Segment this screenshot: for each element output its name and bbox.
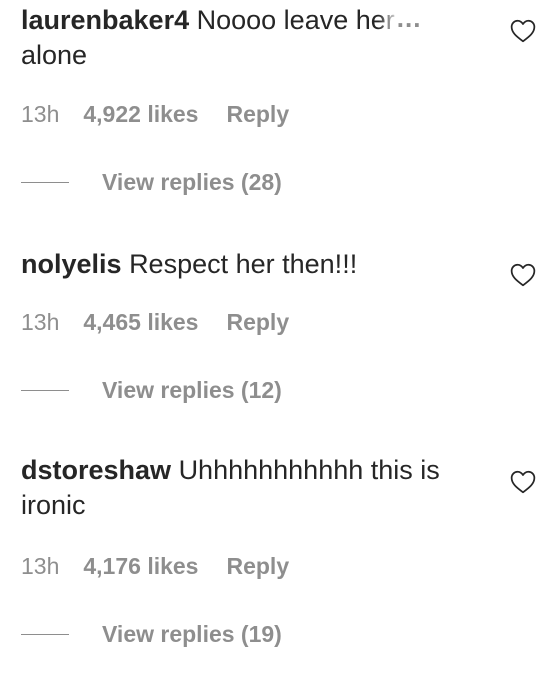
comment-meta: 13h 4,922 likes Reply [21, 100, 289, 128]
view-replies-button[interactable]: View replies (12) [102, 376, 282, 404]
comment-body: laurenbaker4 Noooo leave her... alone [21, 3, 491, 73]
comment-text: Respect her then!!! [129, 249, 358, 279]
comment-body: dstoreshaw Uhhhhhhhhhhh this is ironic [21, 453, 476, 523]
comment-username[interactable]: laurenbaker4 [21, 5, 189, 35]
comment-meta: 13h 4,465 likes Reply [21, 308, 289, 336]
comment-likes[interactable]: 4,176 likes [83, 552, 198, 580]
comment-likes[interactable]: 4,922 likes [83, 100, 198, 128]
comment-username[interactable]: dstoreshaw [21, 455, 171, 485]
comment-timestamp: 13h [21, 309, 60, 335]
comment-truncated-text: Noooo leave her... [197, 3, 422, 38]
view-replies-button[interactable]: View replies (19) [102, 620, 282, 648]
comment-timestamp: 13h [21, 553, 60, 579]
more-text-button[interactable]: ... [397, 1, 422, 36]
comment-body: nolyelis Respect her then!!! [21, 247, 491, 282]
reply-button[interactable]: Reply [226, 100, 289, 128]
replies-divider [21, 390, 69, 391]
replies-divider [21, 634, 69, 635]
replies-divider [21, 182, 69, 183]
like-heart-icon[interactable] [510, 263, 536, 287]
reply-button[interactable]: Reply [226, 308, 289, 336]
like-heart-icon[interactable] [510, 470, 536, 494]
comment-meta: 13h 4,176 likes Reply [21, 552, 289, 580]
comment-text-fade: er [370, 5, 395, 35]
view-replies-button[interactable]: View replies (28) [102, 168, 282, 196]
like-heart-icon[interactable] [510, 19, 536, 43]
comment-text: Noooo leave h [196, 5, 371, 35]
comment-timestamp: 13h [21, 101, 60, 127]
comment-text-continued: alone [21, 40, 88, 70]
comment-likes[interactable]: 4,465 likes [83, 308, 198, 336]
comment-username[interactable]: nolyelis [21, 249, 122, 279]
reply-button[interactable]: Reply [226, 552, 289, 580]
